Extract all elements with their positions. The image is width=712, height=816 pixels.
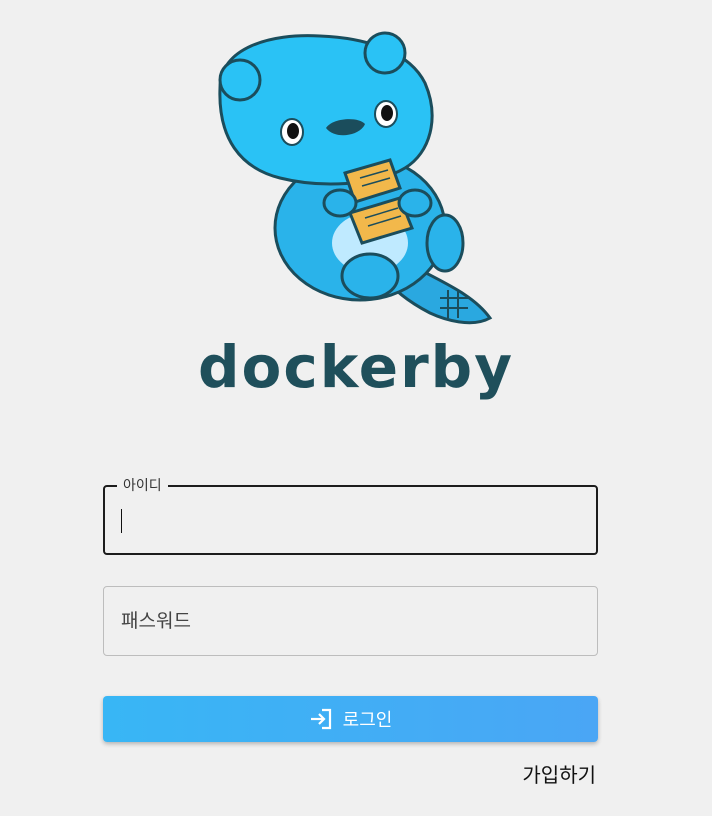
brand-logo-text: dockerby (197, 333, 515, 401)
id-field[interactable]: 아이디 (103, 477, 598, 555)
password-field[interactable]: 패스워드 (103, 586, 598, 656)
password-field-placeholder: 패스워드 (121, 610, 191, 632)
otter-mascot-icon (218, 31, 493, 325)
login-page: dockerby 아이디 패스워드 로그인 가입하기 (0, 0, 712, 816)
signup-link[interactable]: 가입하기 (522, 762, 596, 788)
login-button-label: 로그인 (342, 710, 393, 731)
text-caret (121, 509, 122, 533)
id-field-label: 아이디 (117, 477, 168, 495)
login-button[interactable]: 로그인 (103, 696, 598, 742)
login-icon (310, 708, 331, 730)
